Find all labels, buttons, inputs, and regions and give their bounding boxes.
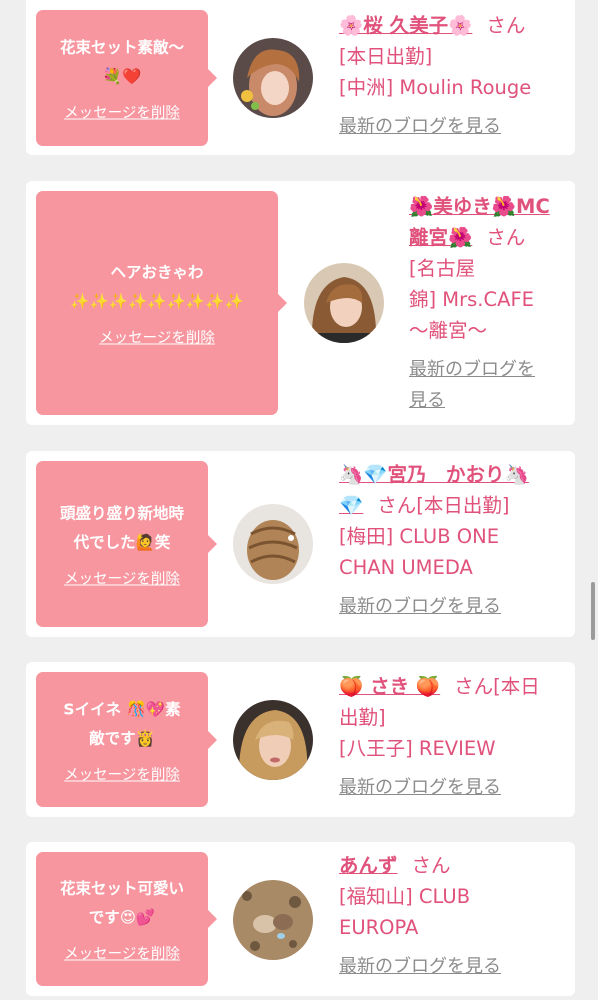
message-bubble: 花束セット素敵〜 💐❤️ メッセージを削除 (36, 10, 217, 146)
latest-blog-link[interactable]: 最新のブログを見る (339, 772, 501, 803)
avatar-photo-icon (233, 700, 313, 780)
honorific: さん (411, 854, 451, 877)
shop-name: [名古屋 錦] Mrs.CAFE 〜離宮〜 (409, 257, 534, 342)
message-text: 頭盛り盛り新地時 代でした🙋笑 (59, 504, 184, 552)
avatar-photo-icon (304, 263, 384, 343)
cast-info: 🌸桜 久美子🌸 さん [本日出勤] [中洲] Moulin Rouge 最新のブロ… (339, 10, 564, 142)
cast-name-link[interactable]: あんず (339, 854, 398, 877)
honorific: さん (486, 226, 526, 249)
message-card: 花束セット素敵〜 💐❤️ メッセージを削除 🌸桜 久美子🌸 さん [本日出勤] [… (26, 0, 575, 155)
delete-message-link[interactable]: メッセージを削除 (64, 568, 180, 589)
shop-name: [福知山] CLUB EUROPA (339, 885, 471, 939)
delete-message-link[interactable]: メッセージを削除 (64, 763, 180, 784)
avatar[interactable] (304, 263, 384, 343)
scrollbar[interactable] (591, 582, 595, 640)
avatar[interactable] (233, 504, 313, 584)
latest-blog-link[interactable]: 最新のブログを見る (339, 591, 501, 622)
message-bubble: Sイイネ 🎊💖素 敵です👸 メッセージを削除 (36, 672, 217, 807)
latest-blog-link[interactable]: 最新のブログを見る (339, 951, 501, 982)
message-bubble: 頭盛り盛り新地時 代でした🙋笑 メッセージを削除 (36, 461, 217, 627)
cast-info: 🦄💎宮乃 かおり🦄 💎 さん[本日出勤] [梅田] CLUB ONE CHAN U… (339, 459, 564, 622)
message-card: ヘアおきゃわ ✨✨✨✨✨✨✨✨✨ メッセージを削除 🌺美ゆき🌺MC 離宮🌺 さん … (26, 181, 575, 425)
cast-info: あんず さん [福知山] CLUB EUROPA 最新のブログを見る (339, 850, 564, 982)
avatar-photo-icon (233, 38, 313, 118)
avatar[interactable] (233, 880, 313, 960)
avatar[interactable] (233, 38, 313, 118)
message-card: Sイイネ 🎊💖素 敵です👸 メッセージを削除 🍑 さき 🍑 さん[本日 出勤] [… (26, 662, 575, 817)
attendance-status: [本日出勤] (416, 494, 510, 517)
message-text: ヘアおきゃわ ✨✨✨✨✨✨✨✨✨ (70, 263, 244, 311)
avatar-photo-icon (233, 880, 313, 960)
shop-name: [八王子] REVIEW (339, 737, 496, 760)
latest-blog-link[interactable]: 最新のブログを見る (339, 111, 501, 142)
attendance-status: [本日出勤] (339, 45, 433, 68)
avatar[interactable] (233, 700, 313, 780)
honorific: さん (486, 14, 526, 37)
cast-info: 🍑 さき 🍑 さん[本日 出勤] [八王子] REVIEW 最新のブログを見る (339, 671, 564, 803)
message-card: 頭盛り盛り新地時 代でした🙋笑 メッセージを削除 🦄💎宮乃 かおり🦄 💎 さん[本… (26, 451, 575, 637)
delete-message-link[interactable]: メッセージを削除 (64, 102, 180, 123)
avatar-photo-icon (233, 504, 313, 584)
cast-name-link[interactable]: 🌺美ゆき🌺MC 離宮🌺 (409, 195, 550, 249)
delete-message-link[interactable]: メッセージを削除 (64, 943, 180, 964)
message-text: 花束セット素敵〜 💐❤️ (59, 38, 184, 86)
message-bubble: ヘアおきゃわ ✨✨✨✨✨✨✨✨✨ メッセージを削除 (36, 191, 287, 415)
delete-message-link[interactable]: メッセージを削除 (99, 327, 215, 348)
message-text: Sイイネ 🎊💖素 敵です👸 (63, 700, 181, 747)
message-card: 花束セット可愛い です😍💕 メッセージを削除 あんず さん [福知山] CLUB … (26, 842, 575, 996)
cast-name-link[interactable]: 🍑 さき 🍑 (339, 675, 440, 698)
cast-info: 🌺美ゆき🌺MC 離宮🌺 さん [名古屋 錦] Mrs.CAFE 〜離宮〜 最新のブ… (409, 191, 569, 416)
message-bubble: 花束セット可愛い です😍💕 メッセージを削除 (36, 852, 217, 986)
honorific: さん (377, 494, 417, 517)
honorific: さん (454, 675, 494, 698)
shop-name: [中洲] Moulin Rouge (339, 76, 532, 99)
message-text: 花束セット可愛い です😍💕 (59, 879, 184, 927)
latest-blog-link[interactable]: 最新のブログを 見る (409, 354, 535, 416)
cast-name-link[interactable]: 🌸桜 久美子🌸 (339, 14, 472, 37)
shop-name: [梅田] CLUB ONE CHAN UMEDA (339, 525, 500, 579)
